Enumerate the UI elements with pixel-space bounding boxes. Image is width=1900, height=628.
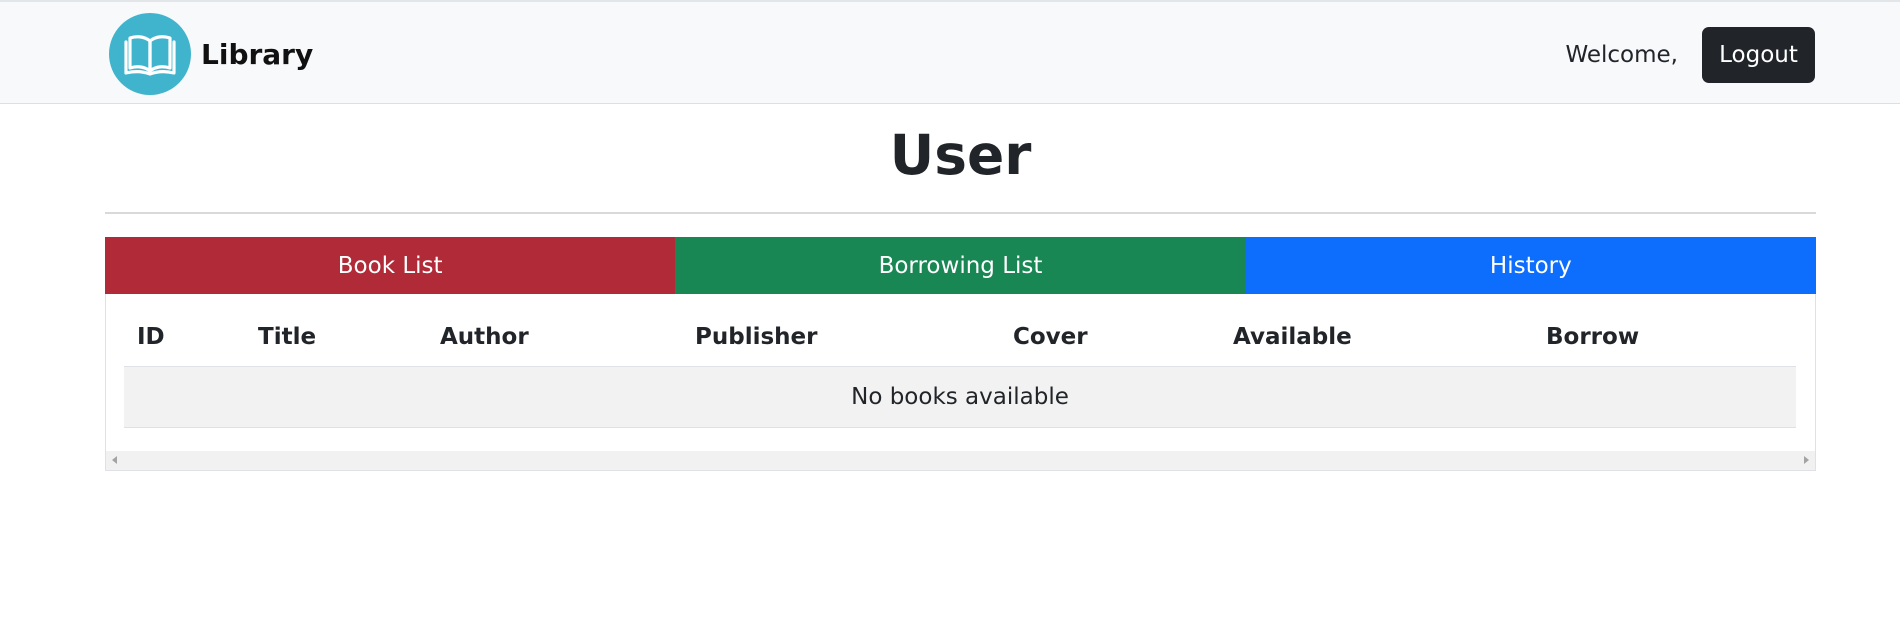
page-title: User xyxy=(889,123,1032,187)
table-row-empty: No books available xyxy=(124,367,1796,428)
column-header-id: ID xyxy=(137,324,165,350)
column-header-author: Author xyxy=(440,324,529,350)
divider xyxy=(105,212,1816,214)
scroll-right-icon[interactable] xyxy=(1804,456,1809,464)
brand[interactable]: Library xyxy=(109,13,313,95)
column-header-borrow: Borrow xyxy=(1546,324,1640,350)
column-header-title: Title xyxy=(258,324,317,350)
column-header-available: Available xyxy=(1233,324,1352,350)
navbar: Library Welcome, Logout xyxy=(0,0,1900,104)
tab-history[interactable]: History xyxy=(1245,237,1816,294)
tab-borrowing-list[interactable]: Borrowing List xyxy=(675,237,1246,294)
scroll-left-icon[interactable] xyxy=(112,456,117,464)
horizontal-scrollbar[interactable] xyxy=(106,451,1815,470)
table-panel: ID Title Author Publisher Cover Availabl… xyxy=(105,294,1816,471)
tab-book-list[interactable]: Book List xyxy=(105,237,676,294)
welcome-text: Welcome, xyxy=(1565,42,1678,68)
column-header-cover: Cover xyxy=(1013,324,1088,350)
brand-name[interactable]: Library xyxy=(201,38,313,71)
book-open-icon xyxy=(109,13,191,95)
table-header: ID Title Author Publisher Cover Availabl… xyxy=(124,294,1796,367)
logout-button[interactable]: Logout xyxy=(1702,27,1815,83)
empty-message: No books available xyxy=(851,384,1069,410)
column-header-publisher: Publisher xyxy=(695,324,818,350)
tab-bar: Book List Borrowing List History xyxy=(105,237,1816,294)
